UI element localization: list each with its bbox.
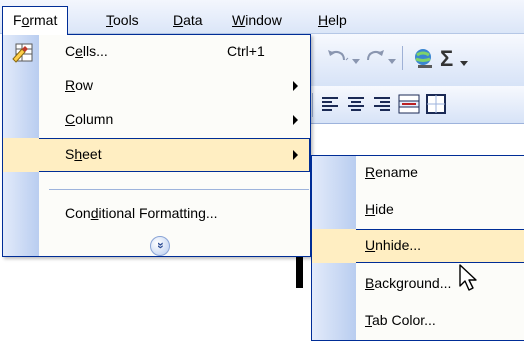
sheet-submenu: Rename Hide Unhide... Background... Tab … (311, 155, 524, 341)
menu-item-column-label: Column (65, 111, 114, 127)
menu-separator (49, 189, 309, 190)
menu-item-hide-label: Hide (365, 201, 394, 217)
borders-icon[interactable] (426, 94, 446, 117)
expand-menu-icon[interactable]: » (150, 236, 170, 256)
mouse-cursor-icon (458, 264, 480, 297)
menu-help-label: Help (318, 12, 347, 28)
standard-toolbar: Σ (300, 34, 524, 86)
menu-item-cells-shortcut: Ctrl+1 (227, 43, 265, 59)
menu-help[interactable]: Help (318, 9, 347, 31)
redo-icon[interactable] (362, 48, 386, 71)
menu-bar: Format Tools Data Window Help (0, 0, 524, 35)
menu-item-row-label: Row (65, 77, 94, 93)
toolbar-separator (312, 93, 313, 117)
merge-center-icon[interactable] (398, 94, 420, 117)
menu-format[interactable]: Format (2, 6, 69, 35)
undo-icon[interactable] (326, 48, 350, 71)
align-center-icon[interactable] (346, 95, 366, 116)
menu-item-rename[interactable]: Rename (312, 156, 524, 190)
menu-item-tab-color-label: Tab Color... (365, 312, 436, 328)
hyperlink-icon[interactable] (412, 47, 436, 74)
format-menu: Cells... Ctrl+1 Row Column Sheet Conditi… (2, 34, 311, 257)
menu-window[interactable]: Window (232, 9, 282, 31)
menu-item-conditional-formatting[interactable]: Conditional Formatting... (3, 197, 310, 231)
menu-item-hide[interactable]: Hide (312, 193, 524, 227)
align-right-icon[interactable] (372, 95, 392, 116)
submenu-arrow-icon (293, 150, 298, 160)
menu-item-unhide[interactable]: Unhide... (312, 229, 524, 263)
submenu-arrow-icon (293, 81, 298, 91)
submenu-arrow-icon (293, 115, 298, 125)
menu-item-rename-label: Rename (365, 164, 418, 180)
menu-item-cells[interactable]: Cells... Ctrl+1 (3, 35, 310, 69)
menu-format-label: Format (13, 12, 58, 28)
formatting-toolbar (300, 86, 524, 124)
toolbar-separator (402, 46, 403, 70)
menu-tools[interactable]: Tools (106, 9, 139, 31)
menu-item-tab-color[interactable]: Tab Color... (312, 304, 524, 338)
align-left-icon[interactable] (320, 95, 340, 116)
menu-item-background-label: Background... (365, 275, 452, 291)
undo-dropdown-icon[interactable] (352, 52, 360, 68)
menu-item-unhide-label: Unhide... (365, 237, 422, 253)
autosum-dropdown-icon[interactable] (460, 54, 468, 70)
menu-item-sheet-label: Sheet (65, 146, 102, 162)
menu-data[interactable]: Data (173, 9, 203, 31)
menu-window-label: Window (232, 12, 282, 28)
menu-item-column[interactable]: Column (3, 103, 310, 137)
menu-item-sheet[interactable]: Sheet (3, 138, 310, 172)
menu-item-conditional-formatting-label: Conditional Formatting... (65, 205, 218, 221)
redo-dropdown-icon[interactable] (388, 52, 396, 68)
cells-icon (12, 41, 34, 63)
menu-item-row[interactable]: Row (3, 69, 310, 103)
menu-data-label: Data (173, 12, 203, 28)
menu-tools-label: Tools (106, 12, 139, 28)
autosum-icon[interactable]: Σ (440, 46, 453, 72)
menu-item-background[interactable]: Background... (312, 267, 524, 301)
menu-item-cells-label: Cells... (65, 43, 108, 59)
